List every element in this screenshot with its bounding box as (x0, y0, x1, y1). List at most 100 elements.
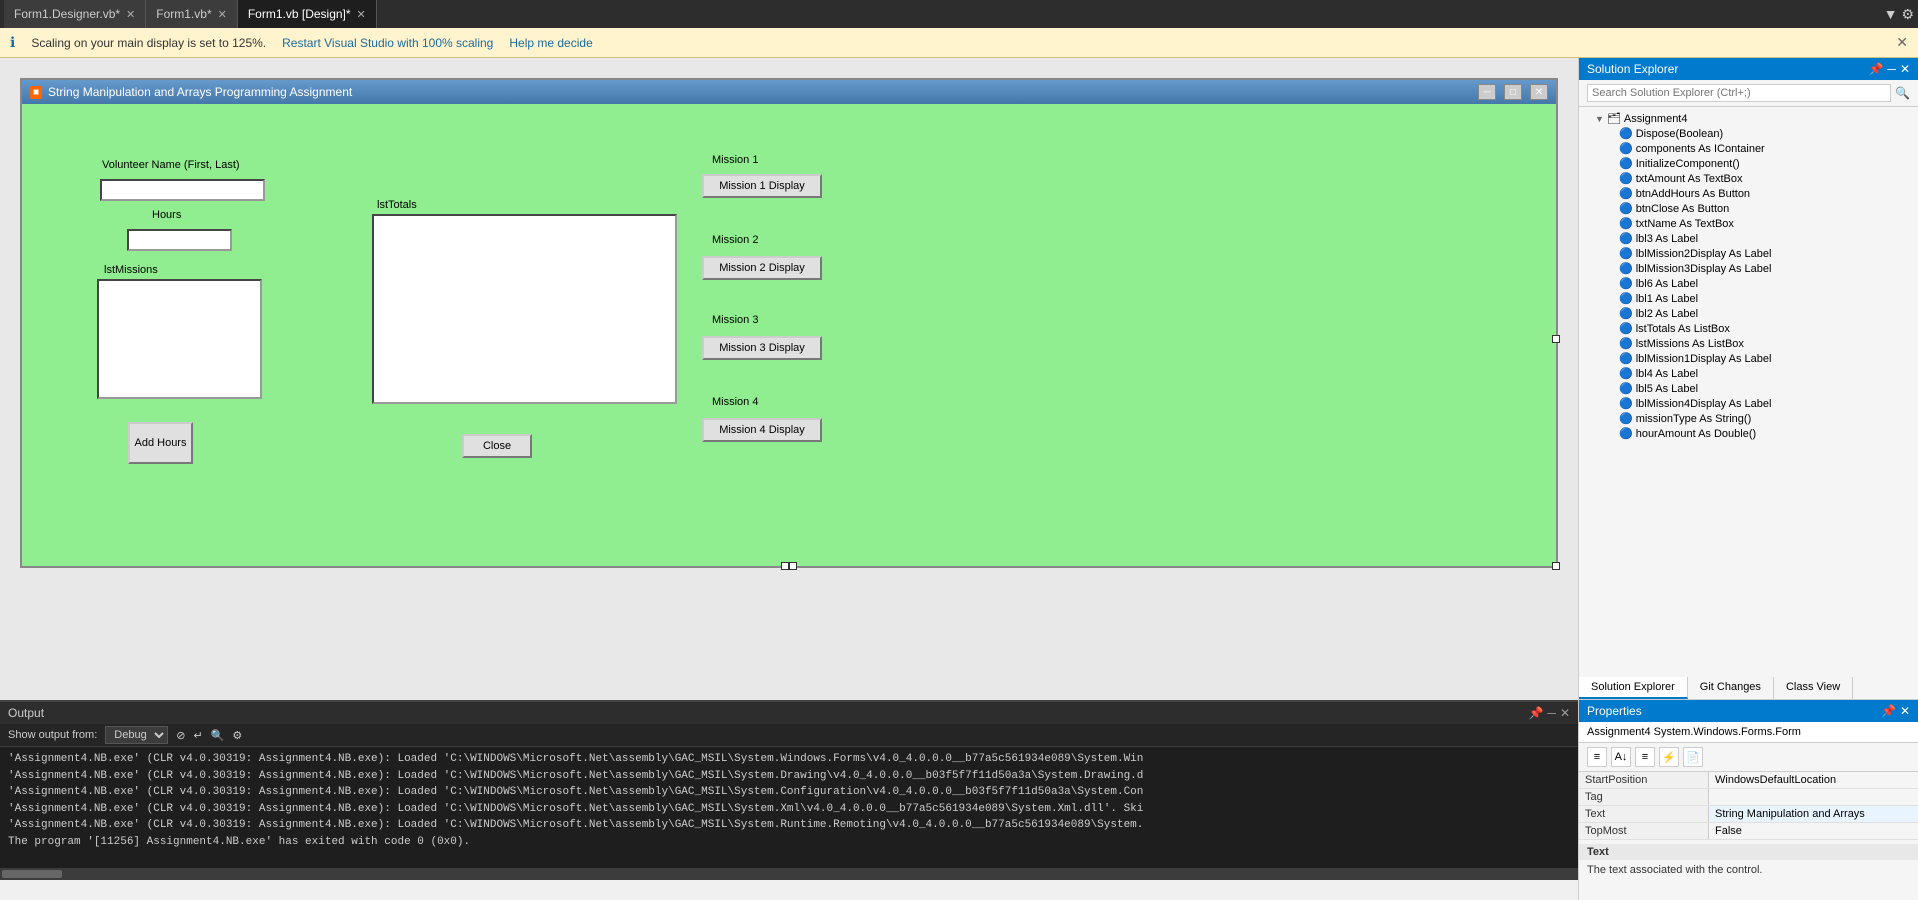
tree-item-6[interactable]: 🔵 txtName As TextBox (1579, 216, 1918, 231)
tab-solution-explorer[interactable]: Solution Explorer (1579, 677, 1688, 699)
tab-form-vb[interactable]: Form1.vb* ✕ (146, 0, 238, 28)
tree-item-14[interactable]: 🔵 lstMissions As ListBox (1579, 336, 1918, 351)
prop-value[interactable]: False (1709, 823, 1918, 839)
props-propertypages-btn[interactable]: 📄 (1683, 747, 1703, 767)
prop-value[interactable]: WindowsDefaultLocation (1709, 772, 1918, 788)
form-icon: ■ (30, 86, 42, 99)
tree-item-assignment4[interactable]: ▼ 🗂 Assignment4 (1579, 111, 1918, 126)
props-events-btn[interactable]: ⚡ (1659, 747, 1679, 767)
scrollbar-thumb[interactable] (2, 870, 62, 878)
tree-item-11[interactable]: 🔵 lbl1 As Label (1579, 291, 1918, 306)
lstTotals-listbox[interactable] (372, 214, 677, 404)
pin-props-icon[interactable]: 📌 (1881, 704, 1896, 718)
panel-tabs: Solution Explorer Git Changes Class View (1579, 677, 1918, 700)
item-icon: 🔵 (1619, 397, 1633, 410)
close-panel-icon[interactable]: ✕ (1900, 62, 1910, 76)
resize-handle-s2[interactable] (781, 562, 789, 570)
prop-value[interactable]: String Manipulation and Arrays (1709, 806, 1918, 822)
tree-item-5[interactable]: 🔵 btnClose As Button (1579, 201, 1918, 216)
tree-item-16[interactable]: 🔵 lbl4 As Label (1579, 366, 1918, 381)
clear-icon[interactable]: ⊘ (176, 729, 185, 742)
tree-item-20[interactable]: 🔵 hourAmount As Double() (1579, 426, 1918, 441)
tree-item-15[interactable]: 🔵 lblMission1Display As Label (1579, 351, 1918, 366)
filter-icon[interactable]: 🔍 (211, 729, 225, 742)
close-form-button[interactable]: Close (462, 434, 532, 458)
output-source-select[interactable]: Debug (105, 726, 168, 744)
output-line-0: 'Assignment4.NB.exe' (CLR v4.0.30319: As… (8, 751, 1570, 768)
tree-item-13[interactable]: 🔵 lstTotals As ListBox (1579, 321, 1918, 336)
close-icon[interactable]: ✕ (357, 8, 366, 21)
output-line-2: 'Assignment4.NB.exe' (CLR v4.0.30319: As… (8, 784, 1570, 801)
tab-class-view[interactable]: Class View (1774, 677, 1853, 699)
help-link[interactable]: Help me decide (509, 36, 592, 50)
mission3-display-button[interactable]: Mission 3 Display (702, 336, 822, 360)
lstMissions-listbox[interactable] (97, 279, 262, 399)
tree-item-1[interactable]: 🔵 components As IContainer (1579, 141, 1918, 156)
tab-bar: Form1.Designer.vb* ✕ Form1.vb* ✕ Form1.v… (0, 0, 1918, 28)
prop-name: Tag (1579, 789, 1709, 805)
tree-item-17[interactable]: 🔵 lbl5 As Label (1579, 381, 1918, 396)
dropdown-icon[interactable]: ▼ (1884, 6, 1898, 23)
item-icon: 🔵 (1619, 352, 1633, 365)
item-label: lbl1 As Label (1636, 293, 1698, 305)
info-bar: ℹ Scaling on your main display is set to… (0, 28, 1918, 58)
item-label: missionType As String() (1636, 413, 1752, 425)
props-categorized-btn[interactable]: ≡ (1587, 747, 1607, 767)
tree-item-7[interactable]: 🔵 lbl3 As Label (1579, 231, 1918, 246)
collapse-icon[interactable]: ─ (1887, 62, 1896, 76)
mission3-label: Mission 3 (712, 314, 758, 326)
header-icons: 📌 ─ ✕ (1868, 62, 1910, 76)
close-props-icon[interactable]: ✕ (1900, 704, 1910, 718)
tree-item-8[interactable]: 🔵 lblMission2Display As Label (1579, 246, 1918, 261)
props-alphabetical-btn[interactable]: A↓ (1611, 747, 1631, 767)
pin-icon[interactable]: 📌 (1528, 706, 1543, 720)
horizontal-scrollbar[interactable] (0, 868, 1578, 880)
txtAmount-textbox[interactable] (127, 229, 232, 251)
pin-icon[interactable]: 📌 (1868, 62, 1883, 76)
resize-handle-e[interactable] (1552, 335, 1560, 343)
mission2-display-button[interactable]: Mission 2 Display (702, 256, 822, 280)
close-button[interactable]: ✕ (1530, 84, 1548, 100)
collapse-icon[interactable]: ─ (1547, 706, 1556, 720)
tree-item-19[interactable]: 🔵 missionType As String() (1579, 411, 1918, 426)
mission4-display-button[interactable]: Mission 4 Display (702, 418, 822, 442)
mission1-display-button[interactable]: Mission 1 Display (702, 174, 822, 198)
tree-item-9[interactable]: 🔵 lblMission3Display As Label (1579, 261, 1918, 276)
prop-value[interactable] (1709, 789, 1918, 805)
wrap-icon[interactable]: ↵ (194, 729, 203, 742)
tree-item-18[interactable]: 🔵 lblMission4Display As Label (1579, 396, 1918, 411)
props-row-startposition: StartPosition WindowsDefaultLocation (1579, 772, 1918, 789)
show-output-label: Show output from: (8, 729, 97, 741)
tab-form-design[interactable]: Form1.vb [Design]* ✕ (238, 0, 377, 28)
tree-item-12[interactable]: 🔵 lbl2 As Label (1579, 306, 1918, 321)
form-body[interactable]: Volunteer Name (First, Last) Hours lstMi… (22, 104, 1556, 566)
solution-search-input[interactable] (1587, 84, 1891, 102)
settings-icon[interactable]: ⚙ (232, 729, 242, 742)
maximize-button[interactable]: □ (1504, 84, 1522, 100)
form-title: String Manipulation and Arrays Programmi… (48, 85, 352, 99)
output-title: Output (8, 706, 44, 720)
props-properties-btn[interactable]: ≡ (1635, 747, 1655, 767)
tree-item-2[interactable]: 🔵 InitializeComponent() (1579, 156, 1918, 171)
minimize-button[interactable]: ─ (1478, 84, 1496, 100)
tab-git-changes[interactable]: Git Changes (1688, 677, 1774, 699)
resize-handle-s[interactable] (789, 562, 797, 570)
restart-link[interactable]: Restart Visual Studio with 100% scaling (282, 36, 493, 50)
info-close-button[interactable]: ✕ (1896, 34, 1908, 51)
tree-item-0[interactable]: 🔵 Dispose(Boolean) (1579, 126, 1918, 141)
close-output-icon[interactable]: ✕ (1560, 706, 1570, 720)
output-line-5: The program '[11256] Assignment4.NB.exe'… (8, 834, 1570, 851)
properties-object: Assignment4 System.Windows.Forms.Form (1579, 722, 1918, 743)
tab-form-designer-vb[interactable]: Form1.Designer.vb* ✕ (4, 0, 146, 28)
tree-item-10[interactable]: 🔵 lbl6 As Label (1579, 276, 1918, 291)
close-icon[interactable]: ✕ (218, 8, 227, 21)
close-icon[interactable]: ✕ (126, 8, 135, 21)
search-icon[interactable]: 🔍 (1895, 86, 1910, 100)
item-icon: 🔵 (1619, 157, 1633, 170)
settings-icon[interactable]: ⚙ (1901, 6, 1914, 23)
add-hours-button[interactable]: Add Hours (128, 422, 193, 464)
tree-item-3[interactable]: 🔵 txtAmount As TextBox (1579, 171, 1918, 186)
txtName-textbox[interactable] (100, 179, 265, 201)
tree-item-4[interactable]: 🔵 btnAddHours As Button (1579, 186, 1918, 201)
resize-handle-se[interactable] (1552, 562, 1560, 570)
